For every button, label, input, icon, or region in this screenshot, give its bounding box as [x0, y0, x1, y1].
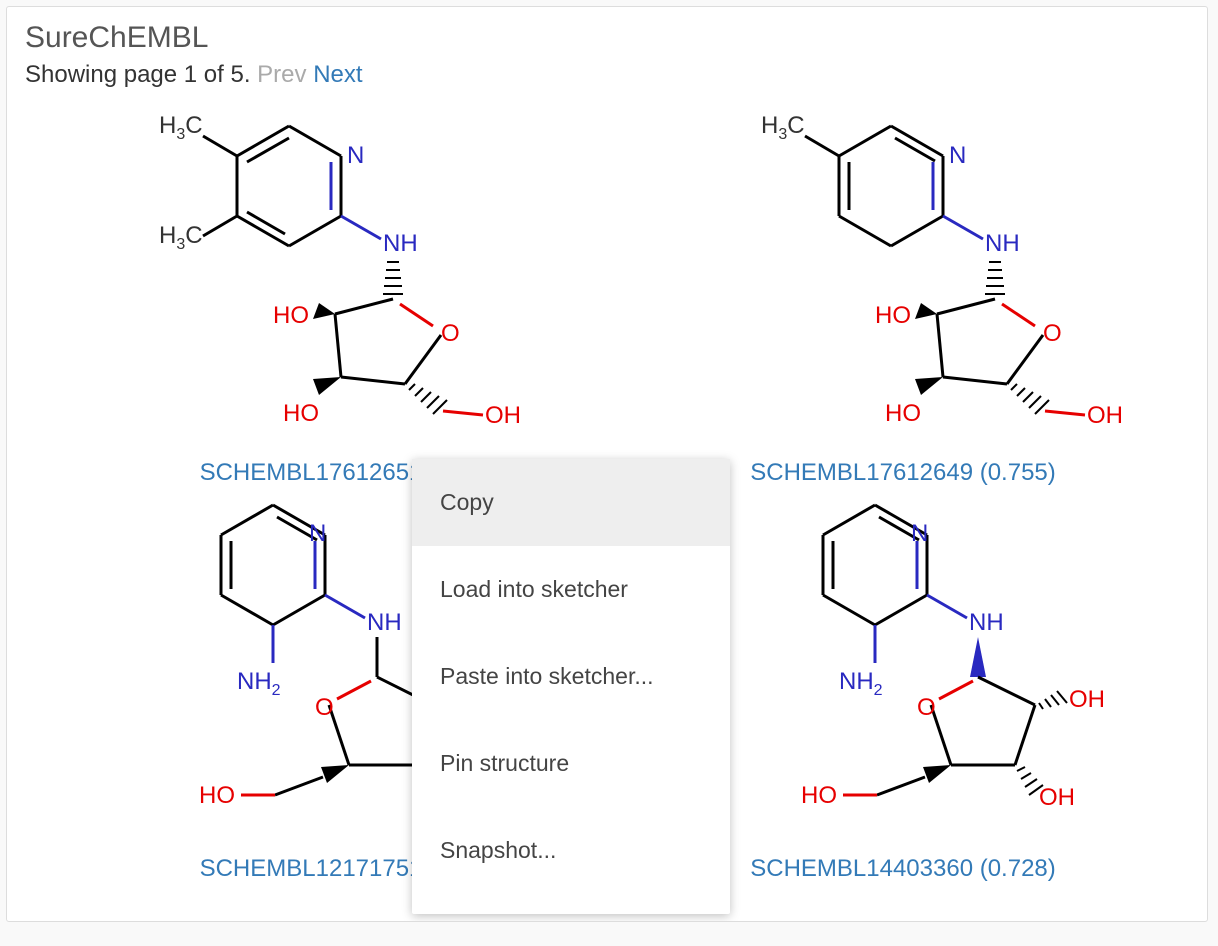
- svg-text:N: N: [949, 142, 966, 169]
- context-menu-item-snapshot[interactable]: Snapshot...: [412, 807, 730, 894]
- svg-text:HO: HO: [199, 782, 235, 809]
- svg-text:O: O: [1043, 320, 1062, 347]
- svg-text:HO: HO: [273, 302, 309, 329]
- svg-text:H3C: H3C: [159, 222, 203, 253]
- svg-text:OH: OH: [1039, 784, 1075, 811]
- svg-text:NH: NH: [367, 609, 402, 636]
- svg-text:NH: NH: [985, 230, 1020, 257]
- compound-link-3[interactable]: SCHEMBL12171751: [200, 855, 423, 883]
- svg-text:OH: OH: [1087, 402, 1123, 429]
- svg-text:HO: HO: [885, 400, 921, 427]
- svg-text:HO: HO: [283, 400, 319, 427]
- compound-link-2[interactable]: SCHEMBL17612649 (0.755): [750, 459, 1056, 487]
- pager-text: Showing page 1 of 5.: [25, 61, 257, 88]
- context-menu-item-paste-sketcher[interactable]: Paste into sketcher...: [412, 633, 730, 720]
- svg-text:NH2: NH2: [839, 668, 883, 699]
- structure-svg-2[interactable]: H3C N NH O: [643, 99, 1163, 459]
- panel-title: SureChEMBL: [25, 21, 1189, 55]
- svg-text:O: O: [441, 320, 460, 347]
- svg-text:NH2: NH2: [237, 668, 281, 699]
- context-menu-item-load-sketcher[interactable]: Load into sketcher: [412, 546, 730, 633]
- svg-text:OH: OH: [1069, 686, 1105, 713]
- svg-text:HO: HO: [801, 782, 837, 809]
- svg-text:O: O: [917, 694, 936, 721]
- svg-text:O: O: [315, 694, 334, 721]
- svg-text:HO: HO: [875, 302, 911, 329]
- pager-prev: Prev: [257, 61, 306, 88]
- context-menu-item-copy[interactable]: Copy: [412, 459, 730, 546]
- svg-text:N: N: [911, 520, 928, 547]
- svg-text:H3C: H3C: [159, 112, 203, 143]
- svg-text:NH: NH: [383, 230, 418, 257]
- compound-link-1[interactable]: SCHEMBL17612651: [200, 459, 423, 487]
- structure-svg-1[interactable]: H3C H3C N NH: [51, 99, 571, 459]
- compound-link-4[interactable]: SCHEMBL14403360 (0.728): [750, 855, 1056, 883]
- result-cell-2: H3C N NH O: [617, 99, 1189, 487]
- context-menu-item-pin-structure[interactable]: Pin structure: [412, 720, 730, 807]
- svg-text:H3C: H3C: [761, 112, 805, 143]
- context-menu: Copy Load into sketcher Paste into sketc…: [412, 459, 730, 914]
- surechembl-panel: SureChEMBL Showing page 1 of 5. Prev Nex…: [6, 6, 1208, 922]
- svg-text:NH: NH: [969, 609, 1004, 636]
- svg-text:N: N: [347, 142, 364, 169]
- svg-text:OH: OH: [485, 402, 521, 429]
- pager-next[interactable]: Next: [313, 61, 362, 88]
- pager: Showing page 1 of 5. Prev Next: [25, 61, 1189, 89]
- svg-text:N: N: [309, 520, 326, 547]
- result-cell-1: H3C H3C N NH: [25, 99, 597, 487]
